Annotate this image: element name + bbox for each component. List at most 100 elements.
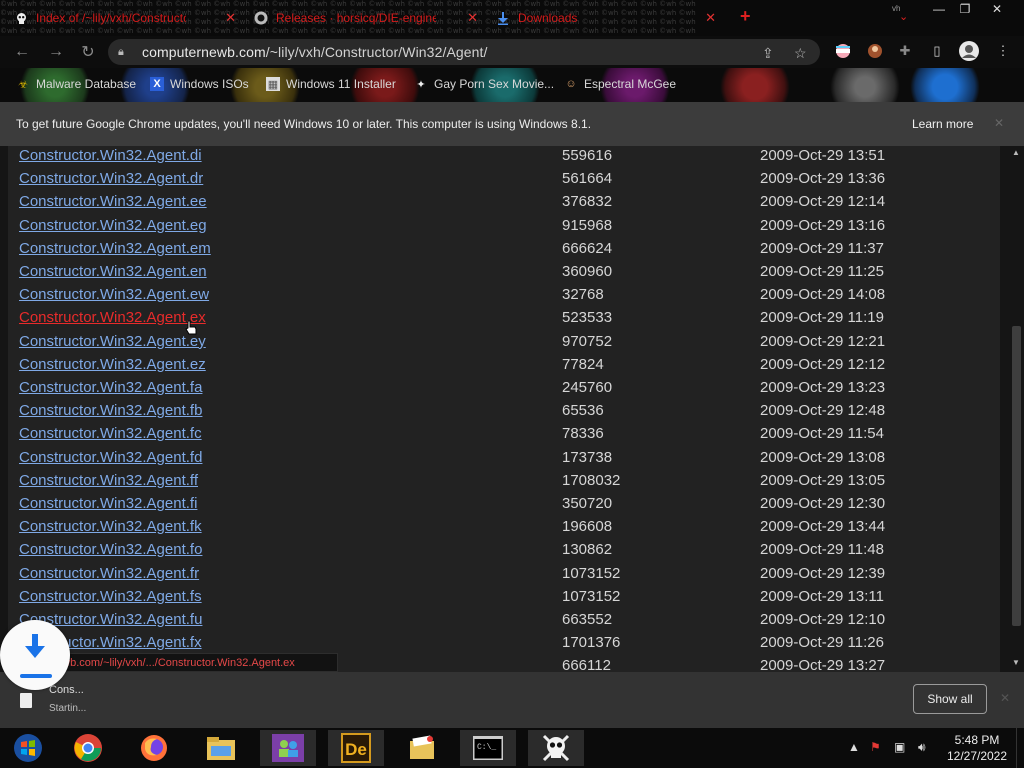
extension-flag-icon[interactable] — [832, 40, 854, 62]
file-size: 1073152 — [562, 564, 621, 582]
file-link[interactable]: Constructor.Win32.Agent.eg — [19, 217, 207, 234]
share-icon[interactable]: ⇪ — [762, 45, 774, 62]
back-icon[interactable]: ← — [12, 42, 32, 62]
download-arrow-icon — [25, 634, 45, 658]
tab-downloads[interactable]: Downloads ✕ — [496, 4, 722, 32]
url-text: computernewb.com/~lily/vxh/Constructor/W… — [142, 44, 488, 60]
close-tab-icon[interactable]: ✕ — [705, 10, 716, 26]
download-file-name[interactable]: Cons... — [49, 684, 84, 696]
file-link[interactable]: Constructor.Win32.Agent.ex — [19, 309, 206, 326]
action-center-flag-icon[interactable]: ⚑ — [870, 740, 881, 754]
profile-avatar-icon[interactable] — [958, 40, 980, 62]
file-link[interactable]: Constructor.Win32.Agent.fd — [19, 449, 202, 466]
file-link[interactable]: Constructor.Win32.Agent.fs — [19, 588, 202, 605]
listing-row: Constructor.Win32.Agent.eg 915968 2009-Oct… — [8, 217, 1000, 240]
notes-icon[interactable] — [394, 730, 450, 766]
file-date: 2009-Oct-29 11:54 — [760, 425, 884, 443]
tab-index-of[interactable]: Index of /~lily/vxh/Constructor ✕ — [14, 4, 242, 32]
lock-icon[interactable]: 🔒︎ — [118, 46, 132, 59]
firefox-icon[interactable] — [126, 730, 182, 766]
file-date: 2009-Oct-29 12:48 — [760, 402, 886, 420]
file-link[interactable]: Constructor.Win32.Agent.ee — [19, 193, 207, 210]
listing-row: Constructor.Win32.Agent.fc 78336 2009-Oct-… — [8, 425, 1000, 448]
file-link[interactable]: Constructor.Win32.Agent.em — [19, 240, 211, 257]
bookmark-site[interactable]: ✦ Gay Porn Sex Movie... — [414, 77, 554, 91]
close-infobar-icon[interactable]: ✕ — [994, 116, 1004, 130]
file-link[interactable]: Constructor.Win32.Agent.fc — [19, 425, 202, 442]
file-date: 2009-Oct-29 13:16 — [760, 216, 886, 234]
network-icon[interactable]: ▣ — [894, 740, 905, 754]
file-link[interactable]: Constructor.Win32.Agent.di — [19, 147, 202, 164]
extensions-puzzle-icon[interactable]: ✚ — [894, 40, 916, 62]
file-size: 561664 — [562, 170, 613, 188]
file-date: 2009-Oct-29 12:39 — [760, 564, 886, 582]
download-started-badge — [0, 620, 70, 690]
windows-start-icon[interactable] — [0, 730, 56, 766]
terminal-icon[interactable]: C:\_ — [460, 730, 516, 766]
file-size: 1708032 — [562, 471, 621, 489]
file-link[interactable]: Constructor.Win32.Agent.fk — [19, 518, 202, 535]
file-link[interactable]: Constructor.Win32.Agent.fr — [19, 565, 199, 582]
file-size: 666112 — [562, 657, 611, 672]
restore-icon[interactable]: ❐ — [950, 0, 980, 18]
reload-icon[interactable]: ↻ — [78, 42, 98, 62]
download-icon — [496, 11, 510, 25]
file-link[interactable]: Constructor.Win32.Agent.ff — [19, 472, 198, 489]
github-icon — [254, 11, 268, 25]
file-date: 2009-Oct-29 12:21 — [760, 332, 886, 350]
close-tab-icon[interactable]: ✕ — [225, 10, 236, 26]
file-explorer-icon[interactable] — [193, 730, 249, 766]
chrome-icon[interactable] — [60, 730, 116, 766]
learn-more-link[interactable]: Learn more — [912, 117, 973, 131]
skull-app-icon[interactable] — [528, 730, 584, 766]
bookmark-espectral-mcgee[interactable]: ☺ Espectral McGee — [564, 77, 676, 91]
file-link[interactable]: Constructor.Win32.Agent.fi — [19, 495, 197, 512]
link-status-bubble: ...wb.com/~lily/vxh/.../Constructor.Win3… — [44, 653, 338, 672]
system-clock[interactable]: 5:48 PM 12/27/2022 — [940, 732, 1014, 764]
file-link[interactable]: Constructor.Win32.Agent.en — [19, 263, 207, 280]
image-icon: ▦ — [266, 77, 280, 91]
bookmark-star-icon[interactable]: ☆ — [794, 45, 807, 62]
listing-row: Constructor.Win32.Agent.ey 970752 2009-Oct… — [8, 333, 1000, 356]
show-all-button[interactable]: Show all — [913, 684, 987, 714]
tab-releases[interactable]: Releases · horsicq/DIE-engine ✕ — [254, 4, 484, 32]
scrollbar-thumb[interactable] — [1012, 326, 1021, 626]
vertical-scrollbar[interactable]: ▲ ▼ — [1010, 146, 1024, 672]
chrome-menu-icon[interactable]: ⋮ — [992, 40, 1014, 62]
bookmark-windows-11-installer[interactable]: ▦ Windows 11 Installer — [266, 77, 396, 91]
svg-text:De: De — [345, 740, 367, 759]
file-link[interactable]: Constructor.Win32.Agent.ez — [19, 356, 206, 373]
file-date: 2009-Oct-29 13:23 — [760, 379, 886, 396]
file-link[interactable]: Constructor.Win32.Agent.fo — [19, 541, 202, 558]
file-link[interactable]: Constructor.Win32.Agent.dr — [19, 170, 203, 187]
scroll-down-icon[interactable]: ▼ — [1012, 658, 1020, 667]
volume-icon[interactable]: 🔊︎ — [918, 740, 926, 755]
windows-taskbar: De C:\_ ▲ ⚑ ▣ 🔊︎ 5:48 PM 12/27/2022 — [0, 728, 1024, 768]
scroll-up-icon[interactable]: ▲ — [1012, 148, 1020, 157]
file-link[interactable]: Constructor.Win32.Agent.ew — [19, 286, 209, 303]
theme-art — [910, 68, 980, 102]
infobar-message: To get future Google Chrome updates, you… — [16, 117, 592, 131]
close-download-shelf-icon[interactable]: ✕ — [1000, 691, 1010, 705]
bookmark-windows-isos[interactable]: X Windows ISOs — [150, 77, 249, 91]
file-link[interactable]: Constructor.Win32.Agent.ey — [19, 333, 206, 350]
file-date: 2009-Oct-29 14:08 — [760, 286, 886, 304]
de-app-icon[interactable]: De — [328, 730, 384, 766]
bookmark-malware-database[interactable]: ☣ Malware Database — [16, 77, 136, 91]
close-window-icon[interactable]: ✕ — [982, 0, 1012, 18]
people-app-icon[interactable] — [260, 730, 316, 766]
show-hidden-icons-icon[interactable]: ▲ — [848, 740, 860, 754]
listing-row: Constructor.Win32.Agent.fr 1073152 2009-Oc… — [8, 565, 1000, 588]
forward-icon[interactable]: → — [46, 42, 66, 62]
close-tab-icon[interactable]: ✕ — [467, 10, 478, 26]
listing-row: Constructor.Win32.Agent.fd 173738 2009-Oct… — [8, 449, 1000, 472]
tab-search-icon[interactable]: ⌄ — [899, 10, 908, 23]
show-desktop-button[interactable] — [1016, 728, 1024, 768]
file-link[interactable]: Constructor.Win32.Agent.fa — [19, 379, 202, 396]
file-link[interactable]: Constructor.Win32.Agent.fb — [19, 402, 202, 419]
file-size: 1073152 — [562, 587, 621, 605]
extension-avatar-icon[interactable] — [864, 40, 886, 62]
address-bar[interactable]: 🔒︎ computernewb.com/~lily/vxh/Constructo… — [108, 39, 820, 65]
new-tab-button[interactable]: + — [740, 6, 751, 27]
side-panel-icon[interactable]: ▯ — [926, 40, 948, 62]
